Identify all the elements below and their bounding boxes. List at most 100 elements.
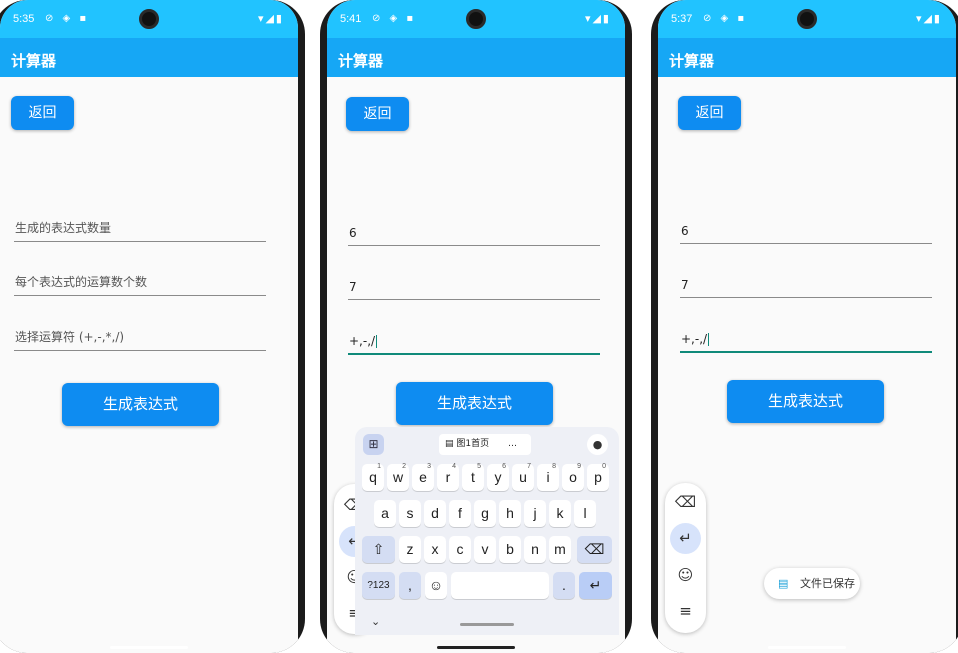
- soft-keyboard: ⊞ ▤ 图1首页 … ● q1 w2 e3 r4 t5 y6 u7 i8 o9 …: [355, 427, 619, 635]
- key-i[interactable]: i8: [537, 463, 559, 491]
- key-label: u: [519, 469, 527, 485]
- key-s[interactable]: s: [399, 500, 421, 527]
- phone-screen-2: 5:41 ⊘ ◈ ▪ ▾◢▮ 计算器 返回 6 7 +,-,/ 生成表达式 ⌫ …: [320, 0, 632, 653]
- key-c[interactable]: c: [449, 536, 471, 563]
- key-label: e: [419, 469, 427, 485]
- backspace-icon[interactable]: ⌫: [670, 487, 701, 518]
- key-p[interactable]: p0: [587, 463, 609, 491]
- operator-field[interactable]: +,-,/: [680, 329, 932, 353]
- key-n[interactable]: n: [524, 536, 546, 563]
- operand-count-field[interactable]: 7: [680, 274, 932, 298]
- count-field-value: 6: [349, 226, 357, 240]
- home-indicator[interactable]: [110, 646, 188, 649]
- status-icons: ⊘ ◈ ▪: [372, 13, 417, 24]
- apps-grid-icon[interactable]: ⊞: [363, 434, 384, 455]
- app-bar: 计算器: [658, 38, 956, 77]
- space-key[interactable]: [451, 572, 549, 599]
- operator-field[interactable]: 选择运算符 (+,-,*,/): [14, 327, 266, 351]
- keyboard-drag-handle[interactable]: [460, 623, 514, 626]
- key-k[interactable]: k: [549, 500, 571, 527]
- key-d[interactable]: d: [424, 500, 446, 527]
- status-icons: ⊘ ◈ ▪: [703, 13, 748, 24]
- operand-count-field[interactable]: 每个表达式的运算数个数: [14, 272, 266, 296]
- generate-button[interactable]: 生成表达式: [396, 382, 553, 425]
- key-y[interactable]: y6: [487, 463, 509, 491]
- backspace-key-icon[interactable]: ⌫: [577, 536, 612, 563]
- app-bar: 计算器: [327, 38, 625, 77]
- key-j[interactable]: j: [524, 500, 546, 527]
- operator-field-placeholder: 选择运算符 (+,-,*,/): [15, 330, 125, 344]
- generate-button[interactable]: 生成表达式: [727, 380, 884, 423]
- period-key[interactable]: .: [553, 572, 575, 599]
- comma-key[interactable]: ,: [399, 572, 421, 599]
- hide-keyboard-icon[interactable]: ⌄: [371, 615, 380, 628]
- operator-field-value: +,-,/: [681, 332, 710, 346]
- shift-key-icon[interactable]: ⇧: [362, 536, 395, 563]
- key-g[interactable]: g: [474, 500, 496, 527]
- keyboard-footer: ⌄: [355, 615, 619, 635]
- key-label: p: [594, 469, 602, 485]
- emoji-icon[interactable]: ☺: [670, 560, 701, 591]
- clipboard-more[interactable]: …: [508, 434, 517, 455]
- menu-icon[interactable]: ≡: [670, 596, 701, 627]
- key-hint: 0: [602, 463, 606, 470]
- operand-count-value: 7: [681, 278, 689, 292]
- keyboard-toolbar: ⊞ ▤ 图1首页 … ●: [355, 433, 619, 457]
- back-button[interactable]: 返回: [678, 96, 741, 130]
- clipboard-suggestion[interactable]: ▤ 图1首页 …: [439, 434, 531, 455]
- key-e[interactable]: e3: [412, 463, 434, 491]
- phone-screen-1: 5:35 ⊘ ◈ ▪ ▾◢▮ 计算器 返回 生成的表达式数量 每个表达式的运算数…: [0, 0, 305, 653]
- key-label: o: [569, 469, 577, 485]
- back-button[interactable]: 返回: [11, 96, 74, 130]
- key-f[interactable]: f: [449, 500, 471, 527]
- emoji-key-icon[interactable]: ☺: [425, 572, 447, 599]
- key-l[interactable]: l: [574, 500, 596, 527]
- count-field[interactable]: 生成的表达式数量: [14, 218, 266, 242]
- key-hint: 2: [402, 463, 406, 470]
- count-field[interactable]: 6: [348, 222, 600, 246]
- key-z[interactable]: z: [399, 536, 421, 563]
- key-t[interactable]: t5: [462, 463, 484, 491]
- operand-count-value: 7: [349, 280, 357, 294]
- enter-icon[interactable]: ↵: [670, 523, 701, 554]
- key-r[interactable]: r4: [437, 463, 459, 491]
- key-o[interactable]: o9: [562, 463, 584, 491]
- toast-text: 文件已保存: [800, 577, 855, 590]
- status-time: 5:41: [340, 13, 362, 25]
- key-u[interactable]: u7: [512, 463, 534, 491]
- signal-battery-icon: ▾◢▮: [915, 12, 942, 25]
- key-h[interactable]: h: [499, 500, 521, 527]
- enter-key-icon[interactable]: ↵: [579, 572, 612, 599]
- symbols-key[interactable]: ?123: [362, 572, 395, 599]
- microphone-icon[interactable]: ●: [587, 434, 608, 455]
- app-bar: 计算器: [0, 38, 298, 77]
- clipboard-icon: ▤: [445, 439, 454, 449]
- key-v[interactable]: v: [474, 536, 496, 563]
- key-label: q: [369, 469, 377, 485]
- home-indicator[interactable]: [768, 646, 846, 649]
- operator-field[interactable]: +,-,/: [348, 331, 600, 355]
- file-icon: ▤: [778, 577, 789, 590]
- back-button[interactable]: 返回: [346, 97, 409, 131]
- count-field-placeholder: 生成的表达式数量: [15, 221, 112, 235]
- key-hint: 8: [552, 463, 556, 470]
- home-indicator[interactable]: [437, 646, 515, 649]
- toast-notification: ▤ 文件已保存: [764, 568, 860, 599]
- generate-button[interactable]: 生成表达式: [62, 383, 219, 426]
- clipboard-text: 图1首页: [456, 439, 490, 449]
- count-field[interactable]: 6: [680, 220, 932, 244]
- key-label: r: [445, 469, 451, 485]
- phone-screen-3: 5:37 ⊘ ◈ ▪ ▾◢▮ 计算器 返回 6 7 +,-,/ 生成表达式 ⌫ …: [651, 0, 958, 653]
- key-q[interactable]: q1: [362, 463, 384, 491]
- operand-count-field[interactable]: 7: [348, 276, 600, 300]
- key-b[interactable]: b: [499, 536, 521, 563]
- signal-battery-icon: ▾◢▮: [584, 12, 611, 25]
- key-m[interactable]: m: [549, 536, 571, 563]
- key-a[interactable]: a: [374, 500, 396, 527]
- signal-battery-icon: ▾◢▮: [257, 12, 284, 25]
- key-x[interactable]: x: [424, 536, 446, 563]
- operand-count-placeholder: 每个表达式的运算数个数: [15, 275, 148, 289]
- app-title: 计算器: [11, 52, 57, 70]
- key-w[interactable]: w2: [387, 463, 409, 491]
- count-field-value: 6: [681, 224, 689, 238]
